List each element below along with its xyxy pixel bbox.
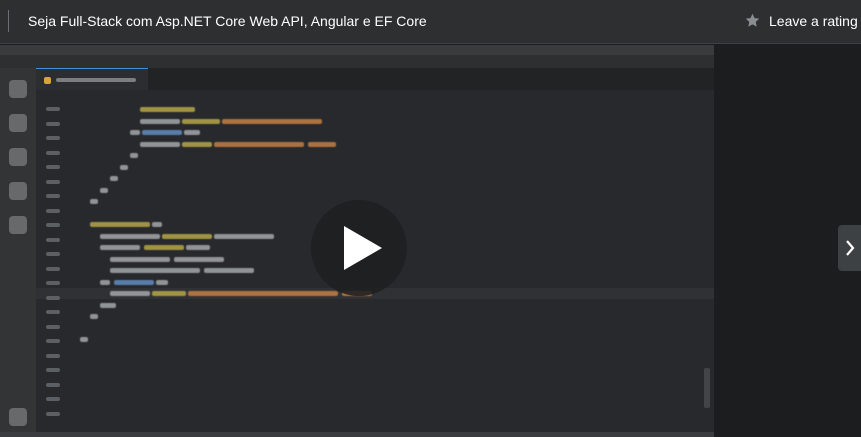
video-menubar <box>0 45 714 55</box>
course-title: Seja Full-Stack com Asp.NET Core Web API… <box>28 13 427 29</box>
video-player[interactable] <box>0 45 714 437</box>
play-icon <box>344 226 382 270</box>
video-titlebar <box>0 55 714 74</box>
play-button[interactable] <box>311 200 407 296</box>
leave-rating-button[interactable]: Leave a rating <box>744 12 858 29</box>
video-line-gutter <box>46 104 68 423</box>
header-divider <box>8 10 9 32</box>
video-editor-statusbar <box>0 432 714 437</box>
course-header: Seja Full-Stack com Asp.NET Core Web API… <box>0 0 861 44</box>
chevron-right-icon <box>846 240 855 256</box>
video-editor-activitybar <box>0 68 36 437</box>
next-lecture-button[interactable] <box>838 225 861 271</box>
video-editor-tabbar <box>36 68 714 90</box>
star-icon <box>745 13 760 27</box>
lecture-stage <box>0 45 861 437</box>
rating-label: Leave a rating <box>769 12 858 29</box>
